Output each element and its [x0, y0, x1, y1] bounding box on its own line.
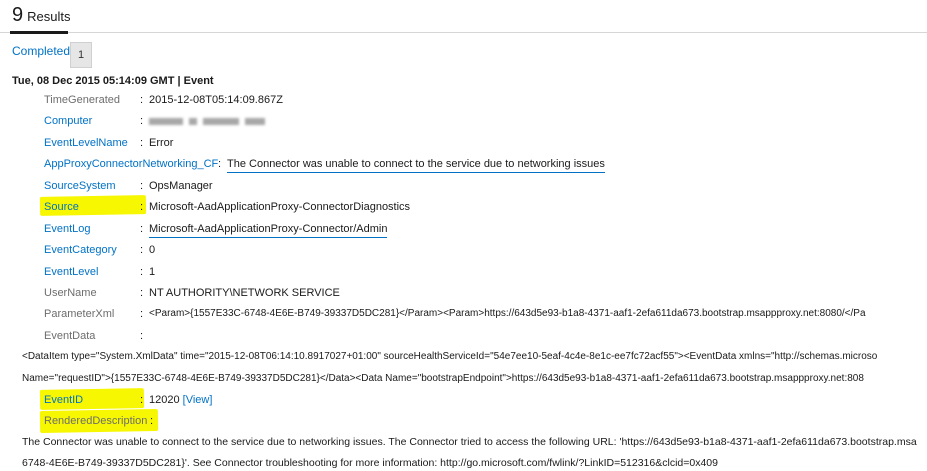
rendered-description-line-2: 6748-4E6E-B749-39337D5DC281}'. See Conne…	[22, 457, 718, 469]
field-name-eventlevel[interactable]: EventLevel	[44, 265, 98, 279]
field-row-eventdata: EventData :	[0, 329, 927, 349]
field-name-sourcesystem[interactable]: SourceSystem	[44, 179, 116, 193]
eventid-view-link[interactable]: [View]	[183, 394, 213, 406]
field-separator: :	[140, 137, 144, 149]
field-row-eventlevel: EventLevel : 1	[0, 265, 927, 285]
field-row-parameterxml: ParameterXml : <Param>{1557E33C-6748-4E6…	[0, 307, 927, 327]
field-name-eventlog[interactable]: EventLog	[44, 222, 90, 236]
field-name-rendereddescription: RenderedDescription	[44, 415, 148, 427]
results-tab-underline	[10, 31, 68, 34]
field-row-username: UserName : NT AUTHORITY\NETWORK SERVICE	[0, 286, 927, 306]
field-separator: :	[140, 201, 144, 213]
field-name-eventdata: EventData	[44, 330, 96, 342]
field-separator: :	[140, 180, 144, 192]
field-separator: :	[140, 394, 144, 406]
field-separator: :	[218, 158, 222, 170]
field-row-rendereddescription: RenderedDescription :	[0, 414, 927, 434]
field-name-timegenerated: TimeGenerated	[44, 94, 121, 106]
results-count: 9	[12, 4, 24, 26]
completed-count-badge[interactable]: 1	[70, 42, 92, 68]
field-value-username: NT AUTHORITY\NETWORK SERVICE	[149, 287, 340, 299]
field-name-username: UserName	[44, 287, 97, 299]
field-separator: :	[140, 308, 144, 320]
field-name-source[interactable]: Source	[44, 200, 79, 214]
field-value-sourcesystem: OpsManager	[149, 180, 213, 192]
field-value-eventid: 12020 [View]	[149, 393, 212, 407]
field-separator: :	[150, 415, 154, 427]
field-value-eventlog[interactable]: Microsoft-AadApplicationProxy-Connector/…	[149, 222, 388, 238]
results-header: 9 Results	[12, 4, 70, 30]
field-value-eventlevel: 1	[149, 266, 156, 278]
field-row-eventcategory: EventCategory : 0	[0, 243, 927, 263]
field-separator: :	[140, 94, 144, 106]
field-name-eventcategory[interactable]: EventCategory	[44, 243, 117, 257]
event-title: Tue, 08 Dec 2015 05:14:09 GMT | Event	[12, 75, 214, 87]
field-row-computer: Computer :	[0, 114, 927, 134]
field-separator: :	[140, 266, 144, 278]
field-name-computer[interactable]: Computer	[44, 114, 92, 128]
eventdata-xml-line-2: Name="requestID">{1557E33C-6748-4E6E-B74…	[22, 373, 864, 384]
field-name-eventlevelname[interactable]: EventLevelName	[44, 136, 128, 150]
header-divider	[0, 32, 927, 33]
field-name-eventid[interactable]: EventID	[44, 393, 83, 407]
field-name-parameterxml: ParameterXml	[44, 308, 115, 320]
rendered-description-line-1: The Connector was unable to connect to t…	[22, 436, 917, 448]
field-row-timegenerated: TimeGenerated : 2015-12-08T05:14:09.867Z	[0, 93, 927, 113]
field-separator: :	[140, 244, 144, 256]
field-value-timegenerated: 2015-12-08T05:14:09.867Z	[149, 94, 283, 106]
field-separator: :	[140, 330, 144, 342]
tab-completed[interactable]: Completed	[12, 44, 70, 58]
field-row-eventlevelname: EventLevelName : Error	[0, 136, 927, 156]
redacted-computer-value	[149, 118, 267, 125]
field-value-eventlevelname: Error	[149, 137, 174, 149]
field-name-appproxy[interactable]: AppProxyConnectorNetworking_CF	[44, 157, 218, 171]
field-value-appproxy[interactable]: The Connector was unable to connect to t…	[227, 157, 605, 173]
field-value-parameterxml: <Param>{1557E33C-6748-4E6E-B749-39337D5D…	[149, 308, 866, 319]
field-separator: :	[140, 223, 144, 235]
field-value-eventcategory: 0	[149, 244, 156, 256]
eventdata-xml-line-1: <DataItem type="System.XmlData" time="20…	[22, 351, 878, 362]
field-row-source: Source : Microsoft-AadApplicationProxy-C…	[0, 200, 927, 220]
field-row-appproxy: AppProxyConnectorNetworking_CF : The Con…	[0, 157, 927, 177]
field-separator: :	[140, 287, 144, 299]
field-value-source: Microsoft-AadApplicationProxy-ConnectorD…	[149, 201, 411, 213]
eventid-number: 12020	[149, 394, 180, 406]
field-row-eventlog: EventLog : Microsoft-AadApplicationProxy…	[0, 222, 927, 242]
field-separator: :	[140, 115, 144, 127]
results-label: Results	[27, 9, 71, 24]
